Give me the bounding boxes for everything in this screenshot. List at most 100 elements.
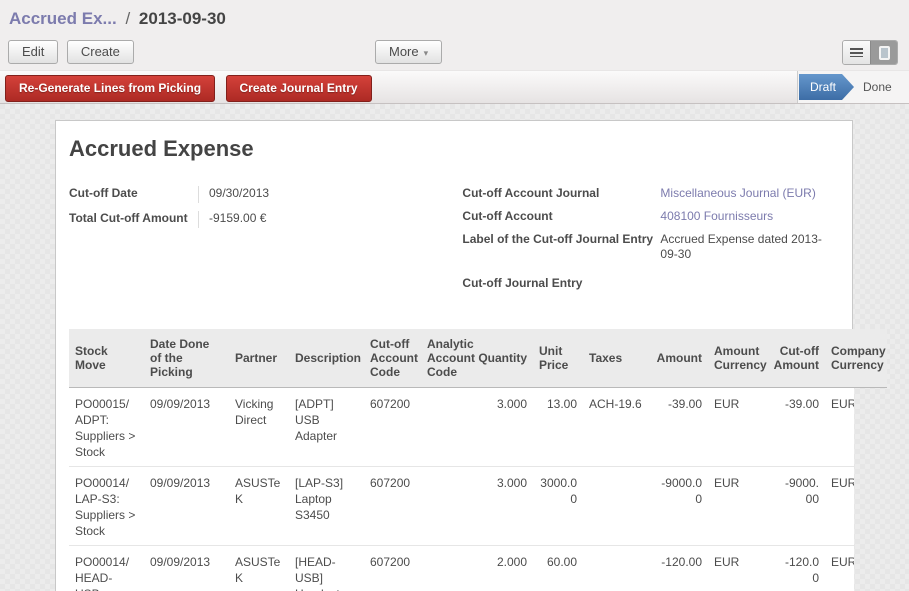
table-cell: 09/09/2013 xyxy=(144,388,229,466)
content-area: Accrued Expense Cut-off Date 09/30/2013 … xyxy=(0,104,909,591)
breadcrumb-parent-link[interactable]: Accrued Ex... xyxy=(9,9,117,28)
column-header-partner[interactable]: Partner xyxy=(229,329,289,387)
table-header-row: Stock Move Date Done of the Picking Part… xyxy=(69,329,887,388)
table-row[interactable]: PO00015/ ADPT: Suppliers > Stock 09/09/2… xyxy=(69,388,854,467)
table-cell: [ADPT] USB Adapter xyxy=(289,388,364,466)
cutoff-account-link[interactable]: 408100 Fournisseurs xyxy=(660,209,825,224)
column-header-description[interactable]: Description xyxy=(289,329,364,387)
table-cell: EUR xyxy=(708,467,774,545)
more-button[interactable]: More ▾ xyxy=(375,40,442,64)
more-button-label: More xyxy=(389,44,419,59)
table-cell: 607200 xyxy=(364,388,421,466)
table-cell xyxy=(421,467,475,545)
list-view-icon xyxy=(850,48,863,57)
table-cell: -39.00 xyxy=(774,388,825,466)
table-cell: EUR xyxy=(708,546,774,591)
column-header-cutoff-account-code[interactable]: Cut-off Account Code xyxy=(364,329,421,387)
table-cell: [LAP-S3] Laptop S3450 xyxy=(289,467,364,545)
column-header-amount-currency[interactable]: Amount Currency xyxy=(708,329,774,387)
field-cutoff-date: Cut-off Date 09/30/2013 xyxy=(69,186,452,203)
breadcrumb: Accrued Ex... / 2013-09-30 xyxy=(0,0,909,29)
field-label: Cut-off Account Journal xyxy=(462,186,660,201)
dropdown-caret-icon: ▾ xyxy=(424,48,429,58)
form-view-icon xyxy=(879,46,890,60)
create-journal-entry-button[interactable]: Create Journal Entry xyxy=(226,75,372,102)
field-total-cutoff-amount: Total Cut-off Amount -9159.00 € xyxy=(69,211,452,228)
column-header-company-currency[interactable]: Company Currency xyxy=(825,329,887,387)
table-cell xyxy=(583,546,649,591)
odoo-form-view: Accrued Ex... / 2013-09-30 Edit Create M… xyxy=(0,0,909,591)
form-sheet: Accrued Expense Cut-off Date 09/30/2013 … xyxy=(55,120,853,591)
field-label: Cut-off Journal Entry xyxy=(462,276,660,291)
field-label: Total Cut-off Amount xyxy=(69,211,199,228)
table-row[interactable]: PO00014/ LAP-S3: Suppliers > Stock 09/09… xyxy=(69,467,854,546)
cutoff-lines-table: Stock Move Date Done of the Picking Part… xyxy=(69,329,852,591)
status-step-done: Done xyxy=(863,80,892,94)
status-bar: Draft Done xyxy=(797,71,909,103)
table-cell: EUR xyxy=(825,467,854,545)
field-group-right: Cut-off Account Journal Miscellaneous Jo… xyxy=(462,186,839,299)
cutoff-account-journal-link[interactable]: Miscellaneous Journal (EUR) xyxy=(660,186,825,201)
action-bar: Re-Generate Lines from Picking Create Jo… xyxy=(0,70,909,104)
form-view-button[interactable] xyxy=(870,41,897,64)
total-cutoff-amount-value: -9159.00 € xyxy=(199,211,266,228)
field-label: Cut-off Account xyxy=(462,209,660,224)
table-cell: -9000.00 xyxy=(774,467,825,545)
column-header-cutoff-amount[interactable]: Cut-off Amount xyxy=(774,329,825,387)
table-cell: -9000.00 xyxy=(649,467,708,545)
edit-button[interactable]: Edit xyxy=(8,40,58,64)
table-cell: PO00014/ HEAD-USB: Suppliers > Stock xyxy=(69,546,144,591)
field-cutoff-account-journal: Cut-off Account Journal Miscellaneous Jo… xyxy=(462,186,839,201)
list-view-button[interactable] xyxy=(843,41,870,64)
table-cell: -39.00 xyxy=(649,388,708,466)
journal-entry-label-value: Accrued Expense dated 2013-09-30 xyxy=(660,232,825,262)
table-cell: PO00014/ LAP-S3: Suppliers > Stock xyxy=(69,467,144,545)
top-bar: Accrued Ex... / 2013-09-30 xyxy=(0,0,909,36)
table-cell: 09/09/2013 xyxy=(144,467,229,545)
column-header-stock-move[interactable]: Stock Move xyxy=(69,329,144,387)
create-button[interactable]: Create xyxy=(67,40,134,64)
column-header-date-done[interactable]: Date Done of the Picking xyxy=(144,329,229,387)
view-switcher xyxy=(842,40,898,65)
field-journal-entry-label: Label of the Cut-off Journal Entry Accru… xyxy=(462,232,839,262)
table-cell: 3000.00 xyxy=(533,467,583,545)
table-body: PO00015/ ADPT: Suppliers > Stock 09/09/2… xyxy=(69,388,854,591)
field-label: Label of the Cut-off Journal Entry xyxy=(462,232,660,262)
field-cutoff-journal-entry: Cut-off Journal Entry xyxy=(462,276,839,291)
toolbar-left: Edit Create xyxy=(8,40,134,64)
table-cell: EUR xyxy=(825,546,854,591)
table-cell: -120.00 xyxy=(649,546,708,591)
table-cell: 3.000 xyxy=(475,388,533,466)
breadcrumb-current: 2013-09-30 xyxy=(139,9,226,28)
page-title: Accrued Expense xyxy=(69,136,852,162)
table-cell: Vicking Direct xyxy=(229,388,289,466)
regenerate-lines-button[interactable]: Re-Generate Lines from Picking xyxy=(5,75,215,102)
table-cell: 2.000 xyxy=(475,546,533,591)
table-cell xyxy=(421,388,475,466)
table-cell: EUR xyxy=(825,388,854,466)
column-header-quantity[interactable]: Quantity xyxy=(475,329,533,387)
table-cell xyxy=(583,467,649,545)
table-cell: PO00015/ ADPT: Suppliers > Stock xyxy=(69,388,144,466)
toolbar-center: More ▾ xyxy=(375,40,442,64)
column-header-unit-price[interactable]: Unit Price xyxy=(533,329,583,387)
cutoff-journal-entry-value xyxy=(660,276,825,291)
field-group-left: Cut-off Date 09/30/2013 Total Cut-off Am… xyxy=(69,186,452,299)
cutoff-date-value: 09/30/2013 xyxy=(199,186,269,203)
action-buttons: Re-Generate Lines from Picking Create Jo… xyxy=(5,75,372,102)
table-cell: 09/09/2013 xyxy=(144,546,229,591)
table-cell: -120.00 xyxy=(774,546,825,591)
table-row[interactable]: PO00014/ HEAD-USB: Suppliers > Stock 09/… xyxy=(69,546,854,591)
toolbar: Edit Create More ▾ xyxy=(0,36,909,70)
column-header-analytic-account-code[interactable]: Analytic Account Code xyxy=(421,329,475,387)
table-cell: [HEAD-USB] Headset USB xyxy=(289,546,364,591)
column-header-amount[interactable]: Amount xyxy=(649,329,708,387)
table-cell: ASUSTeK xyxy=(229,467,289,545)
breadcrumb-separator: / xyxy=(121,9,134,28)
field-cutoff-account: Cut-off Account 408100 Fournisseurs xyxy=(462,209,839,224)
table-cell: EUR xyxy=(708,388,774,466)
table-cell: 607200 xyxy=(364,546,421,591)
table-cell: ACH-19.6 xyxy=(583,388,649,466)
column-header-taxes[interactable]: Taxes xyxy=(583,329,649,387)
status-step-draft: Draft xyxy=(799,74,854,100)
